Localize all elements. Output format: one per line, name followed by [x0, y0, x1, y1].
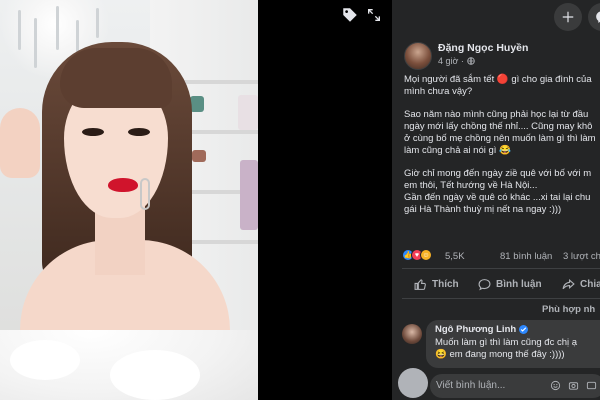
gif-icon[interactable]: [586, 380, 597, 391]
comment-input-placeholder[interactable]: Viết bình luận...: [436, 380, 505, 391]
globe-icon: [467, 57, 475, 65]
post-timestamp[interactable]: 4 giờ ·: [438, 56, 475, 66]
emoji-icon[interactable]: [550, 380, 561, 391]
post-caption: Mọi người đã sắm tết 🔴 gì cho gia đình c…: [404, 74, 596, 215]
verified-icon: [519, 325, 529, 334]
tag-icon[interactable]: [341, 6, 359, 24]
like-icon: [414, 279, 426, 290]
comment-button[interactable]: Bình luận: [478, 278, 542, 291]
messenger-button[interactable]: [588, 3, 600, 31]
reaction-icons[interactable]: 👍 ♥ ☺: [402, 249, 432, 261]
author-name[interactable]: Đặng Ngọc Huyền: [438, 42, 528, 54]
post-panel: Đặng Ngọc Huyền 4 giờ · Mọi người đã sắm…: [392, 0, 600, 400]
reaction-count[interactable]: 5,5K: [445, 251, 465, 262]
expand-icon[interactable]: [366, 7, 382, 23]
comment-text: Muốn làm gì thì làm cũng đc chị ạ 😆 em đ…: [435, 337, 578, 360]
white-dress: [0, 330, 258, 400]
comment-count[interactable]: 81 bình luận: [500, 251, 552, 262]
commenter-name[interactable]: Ngô Phương Linh: [435, 324, 529, 335]
share-icon: [562, 278, 575, 290]
earring: [140, 178, 150, 210]
care-reaction-icon: ☺: [420, 249, 432, 261]
divider: [402, 268, 600, 269]
commenter-avatar[interactable]: [402, 324, 422, 344]
post-photo[interactable]: [0, 0, 258, 400]
right-eye: [128, 128, 150, 136]
plus-icon: [562, 11, 574, 23]
share-count[interactable]: 3 lượt ch: [563, 251, 600, 262]
left-eye: [82, 128, 104, 136]
create-button[interactable]: [554, 3, 582, 31]
camera-icon[interactable]: [568, 380, 579, 391]
messenger-icon: [596, 11, 600, 23]
hand: [0, 108, 40, 178]
like-button[interactable]: Thích: [414, 278, 459, 291]
share-button[interactable]: Chia: [562, 278, 600, 291]
comment-icon: [478, 279, 491, 291]
current-user-avatar[interactable]: [398, 368, 428, 398]
comment-sort-dropdown[interactable]: Phù hợp nh: [542, 304, 595, 315]
author-avatar[interactable]: [404, 42, 432, 70]
red-lips: [108, 178, 138, 192]
